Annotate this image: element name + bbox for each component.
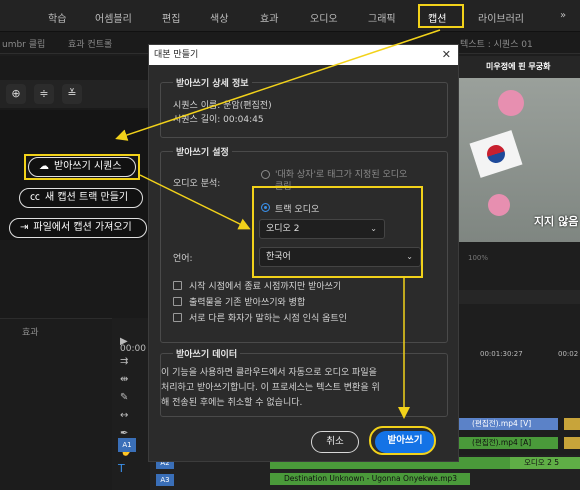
audio-clip-a3[interactable]: Destination Unknown - Ugonna Onyekwe.mp3 — [270, 473, 470, 485]
tab-clip[interactable]: umbr 클립 — [2, 37, 45, 50]
dialog-title: 대본 만들기 — [154, 50, 199, 60]
track-a1[interactable]: A1 — [118, 438, 136, 452]
clip-marker-2 — [564, 437, 580, 449]
cancel-button[interactable]: 취소 — [311, 431, 359, 453]
align-icon[interactable]: ≑ — [34, 84, 54, 104]
split-icon[interactable]: ≚ — [62, 84, 82, 104]
menu-edit[interactable]: 편집 — [162, 10, 180, 25]
slip-icon[interactable]: ↔ — [120, 410, 128, 421]
audio-clip-right[interactable]: 오디오 2 5 — [510, 457, 580, 469]
speakers-checkbox[interactable] — [173, 313, 182, 322]
transcribe-sequence-label: 받아쓰기 시퀀스 — [54, 161, 122, 172]
close-icon[interactable]: ✕ — [442, 45, 451, 65]
cc-icon: ㏄ — [30, 192, 40, 203]
workspace-menubar: 학습 어셈블리 편집 색상 효과 오디오 그래픽 캡션 라이브러리 » — [0, 0, 580, 32]
flower-icon-2 — [488, 194, 510, 216]
zoom-level: 100% — [468, 254, 489, 262]
sequence-length: 시퀀스 길이: 00:04:45 — [173, 115, 264, 125]
data-text-line-2: 처리하고 받아쓰기합니다. 이 프로세스는 텍스트 변환을 위 — [161, 383, 380, 393]
audio-options-highlight-box — [252, 186, 423, 278]
tab-effect-controls[interactable]: 효과 컨트롤 — [68, 37, 112, 50]
details-title: 받아쓰기 상세 정보 — [173, 76, 252, 89]
dialogue-radio[interactable] — [261, 170, 270, 179]
transcribe-button-highlight-box — [369, 426, 436, 455]
transcribe-sequence-button[interactable]: ☁ 받아쓰기 시퀀스 — [28, 157, 136, 177]
data-text-line-3: 해 전송된 후에는 취소할 수 없습니다. — [161, 398, 303, 408]
menu-audio[interactable]: 오디오 — [310, 10, 338, 25]
new-caption-track-label: 새 캡션 트랙 만들기 — [45, 192, 129, 203]
clip-marker-1 — [564, 418, 580, 430]
preview-overlay-text: 지지 않음 — [534, 215, 579, 228]
import-icon: ⇥ — [20, 222, 29, 233]
captions-highlight-box — [418, 4, 464, 28]
menu-assembly[interactable]: 어셈블리 — [95, 10, 132, 25]
data-title: 받아쓰기 데이터 — [173, 347, 241, 360]
video-clip-v1[interactable]: (편집전).mp4 [V] — [458, 418, 558, 430]
merge-checkbox[interactable] — [173, 297, 182, 306]
menu-overflow[interactable]: » — [560, 10, 566, 21]
add-icon[interactable]: ⊕ — [6, 84, 26, 104]
import-captions-button[interactable]: ⇥ 파일에서 캡션 가져오기 — [9, 218, 147, 238]
timecode-left: 00:00 — [120, 344, 146, 354]
menu-effects[interactable]: 효과 — [260, 10, 278, 25]
preview-headline: 미우정에 핀 무궁화 — [486, 62, 551, 71]
menu-color[interactable]: 색상 — [210, 10, 228, 25]
program-monitor: 미우정에 핀 무궁화 지지 않음 — [458, 56, 580, 242]
sequence-name: 시퀀스 이름: 운암(편집전) — [173, 101, 272, 111]
menu-learn[interactable]: 학습 — [48, 10, 66, 25]
menu-libraries[interactable]: 라이브러리 — [478, 10, 524, 25]
merge-label: 출력물을 기존 받아쓰기와 병합 — [189, 298, 306, 308]
speakers-label: 서로 다른 화자가 말하는 시점 인식 옵트인 — [189, 314, 347, 324]
cloud-upload-icon: ☁ — [39, 161, 49, 172]
settings-title: 받아쓰기 설정 — [173, 145, 232, 158]
ripple-icon[interactable]: ⇹ — [120, 374, 128, 385]
effects-tab[interactable]: 효과 — [22, 325, 39, 338]
audio-clip-a1[interactable]: (편집전).mp4 [A] — [458, 437, 558, 449]
type-tool-icon[interactable]: T — [118, 462, 125, 475]
dialog-titlebar: 대본 만들기 ✕ — [149, 45, 458, 65]
import-captions-label: 파일에서 캡션 가져오기 — [33, 222, 132, 233]
inout-label: 시작 시점에서 종료 시점까지만 받아쓰기 — [189, 282, 342, 292]
timeline-right: 100% 00:01:30:27 00:02 — [458, 242, 580, 490]
flower-icon — [498, 90, 524, 116]
razor-icon[interactable]: ✎ — [120, 392, 128, 403]
timecode-2: 00:02 — [558, 350, 579, 358]
flag-emblem — [484, 142, 508, 166]
data-text-line-1: 이 기능을 사용하면 클라우드에서 자동으로 오디오 파일을 — [161, 368, 377, 378]
language-label: 언어: — [173, 254, 193, 264]
audio-analysis-label: 오디오 분석: — [173, 179, 221, 189]
tab-text[interactable]: 텍스트 : 시퀀스 01 — [460, 37, 533, 50]
transport-bar — [458, 290, 580, 304]
inout-checkbox[interactable] — [173, 281, 182, 290]
track-a3[interactable]: A3 — [156, 474, 174, 486]
timecode-1: 00:01:30:27 — [480, 350, 523, 358]
new-caption-track-button[interactable]: ㏄ 새 캡션 트랙 만들기 — [19, 188, 143, 208]
menu-graphics[interactable]: 그래픽 — [368, 10, 396, 25]
track-select-icon[interactable]: ⇉ — [120, 356, 128, 367]
text-panel-toolbar: ⊕ ≑ ≚ — [0, 80, 152, 108]
